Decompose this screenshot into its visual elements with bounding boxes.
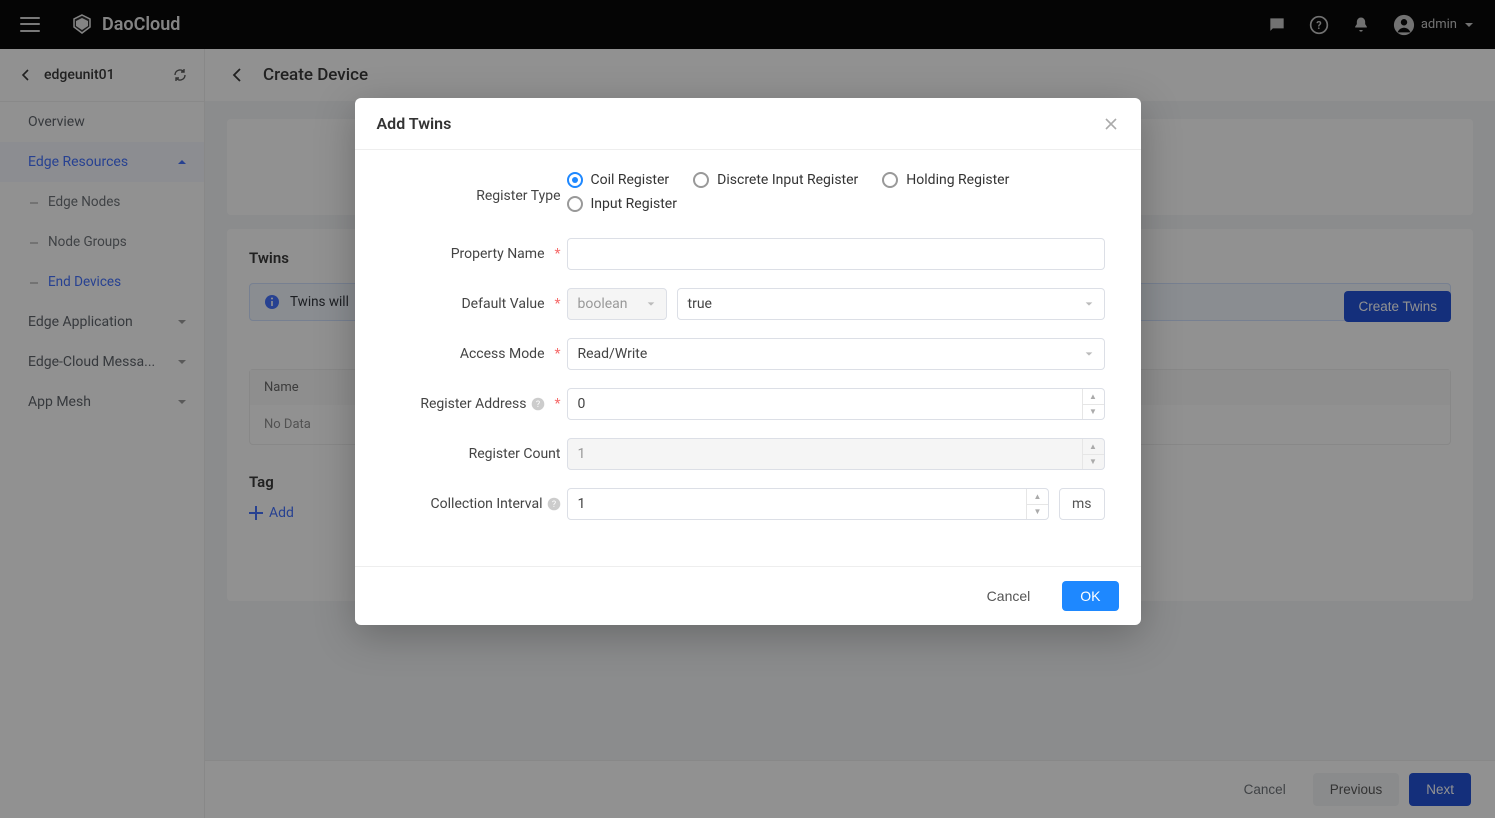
row-collection-interval: Collection Interval ? 1 ▲▼ ms (391, 488, 1105, 520)
help-icon[interactable]: ? (531, 397, 545, 411)
number-spinners: ▲▼ (1082, 439, 1104, 469)
select-value: boolean (578, 296, 628, 312)
number-spinners[interactable]: ▲▼ (1026, 489, 1048, 519)
modal-body: Register Type Coil Register Discrete Inp… (355, 150, 1141, 566)
add-twins-modal: Add Twins Register Type Coil Register Di… (355, 98, 1141, 625)
close-icon[interactable] (1103, 116, 1119, 132)
num-value: 1 (578, 446, 586, 462)
label-register-address: Register Address ? * (391, 396, 567, 412)
label-access-mode: Access Mode* (391, 346, 567, 362)
radio-label: Holding Register (906, 172, 1009, 188)
label-register-type: Register Type (391, 188, 567, 204)
register-count-input: 1 ▲▼ (567, 438, 1105, 470)
radio-discrete-input-register[interactable]: Discrete Input Register (693, 172, 858, 188)
collection-interval-unit: ms (1059, 488, 1105, 520)
collection-interval-input[interactable]: 1 ▲▼ (567, 488, 1049, 520)
svg-text:?: ? (551, 500, 555, 510)
radio-label: Discrete Input Register (717, 172, 858, 188)
num-value: 1 (578, 496, 586, 512)
row-default-value: Default Value* boolean true (391, 288, 1105, 320)
label-collection-interval: Collection Interval ? (391, 496, 567, 512)
label-property-name: Property Name* (391, 246, 567, 262)
row-register-count: Register Count 1 ▲▼ (391, 438, 1105, 470)
select-value: true (688, 296, 712, 312)
svg-text:?: ? (535, 400, 539, 410)
radio-input-register[interactable]: Input Register (567, 196, 677, 212)
register-type-radio-group: Coil Register Discrete Input Register Ho… (567, 172, 1105, 220)
label-default-value: Default Value* (391, 296, 567, 312)
modal-cancel-button[interactable]: Cancel (969, 581, 1049, 611)
property-name-input[interactable] (567, 238, 1105, 270)
modal-header: Add Twins (355, 98, 1141, 150)
row-access-mode: Access Mode* Read/Write (391, 338, 1105, 370)
radio-label: Input Register (591, 196, 677, 212)
unit-text: ms (1072, 496, 1092, 512)
select-value: Read/Write (578, 346, 648, 362)
row-register-address: Register Address ? * 0 ▲▼ (391, 388, 1105, 420)
chevron-down-icon (1084, 349, 1094, 359)
radio-label: Coil Register (591, 172, 670, 188)
default-value-select[interactable]: true (677, 288, 1105, 320)
chevron-down-icon (646, 299, 656, 309)
number-spinners[interactable]: ▲▼ (1082, 389, 1104, 419)
modal-title: Add Twins (377, 114, 452, 133)
chevron-down-icon (1084, 299, 1094, 309)
access-mode-select[interactable]: Read/Write (567, 338, 1105, 370)
row-property-name: Property Name* (391, 238, 1105, 270)
row-register-type: Register Type Coil Register Discrete Inp… (391, 172, 1105, 220)
label-register-count: Register Count (391, 446, 567, 462)
default-value-type-select[interactable]: boolean (567, 288, 667, 320)
modal-ok-button[interactable]: OK (1062, 581, 1118, 611)
modal-overlay[interactable]: Add Twins Register Type Coil Register Di… (0, 0, 1495, 818)
radio-holding-register[interactable]: Holding Register (882, 172, 1009, 188)
radio-coil-register[interactable]: Coil Register (567, 172, 670, 188)
modal-footer: Cancel OK (355, 566, 1141, 625)
help-icon[interactable]: ? (547, 497, 561, 511)
register-address-input[interactable]: 0 ▲▼ (567, 388, 1105, 420)
num-value: 0 (578, 396, 586, 412)
